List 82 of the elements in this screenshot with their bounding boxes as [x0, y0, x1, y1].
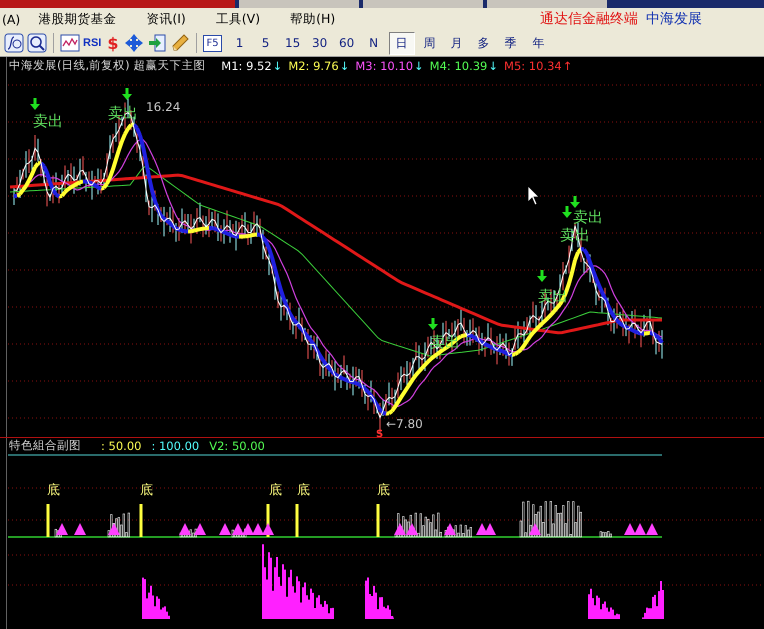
period-tab[interactable]: 15	[280, 33, 305, 53]
triangle-marker	[634, 523, 646, 535]
triangle-marker	[56, 523, 68, 535]
trend-arrow: ↓	[340, 58, 350, 72]
triangle-marker	[262, 523, 274, 535]
dollar-button[interactable]: $	[104, 34, 122, 52]
indicator-value: V2: 50.00	[209, 438, 265, 452]
menu-item[interactable]: 港股期货基金	[36, 10, 118, 28]
average-value: M2: 9.76	[288, 58, 339, 72]
menu-item[interactable]: 工具(V)	[214, 10, 262, 28]
triangle-marker	[394, 523, 406, 535]
average-value: M5: 10.34	[504, 58, 562, 72]
mouse-cursor-icon	[528, 185, 540, 206]
bottom-signal-label: 底	[269, 483, 282, 498]
triangle-marker	[252, 523, 264, 535]
low-marker-label: S	[376, 429, 384, 437]
signal-bar	[46, 504, 50, 537]
trend-arrow: ↑	[562, 58, 572, 72]
magnifier-icon[interactable]	[27, 33, 47, 53]
average-value: M3: 10.10	[355, 58, 414, 72]
signal-bar	[296, 504, 298, 537]
triangle-marker	[406, 523, 418, 535]
sell-arrow-icon	[537, 270, 547, 282]
rsi-button[interactable]: RSI	[83, 37, 102, 49]
bottom-signal-label: 底	[140, 483, 153, 498]
triangle-marker	[74, 523, 86, 535]
sell-arrow-icon	[570, 196, 580, 208]
triangle-marker	[646, 523, 658, 535]
period-tab[interactable]: 季	[498, 32, 523, 54]
chart-title: 中海发展(日线,前复权) 超赢天下主图	[9, 58, 206, 73]
period-tab[interactable]: 60	[334, 33, 359, 53]
trend-arrow: ↓	[414, 58, 424, 72]
trend-arrow: ↓	[272, 58, 282, 72]
sell-arrow-icon	[30, 98, 40, 110]
triangle-marker	[194, 523, 206, 535]
indicator-value: : 100.00	[151, 438, 200, 452]
stock-name: 中海发展	[646, 10, 702, 28]
triangle-marker	[232, 523, 244, 535]
sell-arrow-icon	[428, 318, 438, 330]
period-tab[interactable]: 30	[308, 33, 332, 53]
triangle-marker	[179, 523, 191, 535]
f5-button[interactable]: F5	[203, 34, 222, 52]
triangle-marker	[219, 523, 231, 535]
move-arrows-icon[interactable]	[124, 33, 144, 53]
average-value: M1: 9.52	[221, 58, 272, 72]
signal-bar	[140, 504, 142, 537]
high-price-label: 16.24	[146, 100, 180, 114]
period-tab[interactable]: 1	[228, 33, 251, 53]
triangle-marker	[529, 523, 541, 535]
sell-arrow-icon	[122, 88, 132, 100]
chart-icon[interactable]	[60, 33, 80, 53]
period-tab[interactable]: N	[362, 33, 386, 53]
bottom-signal-label: 底	[297, 483, 310, 498]
triangle-marker	[242, 523, 254, 535]
period-tab[interactable]: 周	[418, 32, 442, 54]
period-tab[interactable]: 多	[472, 32, 496, 54]
low-price-label: ←7.80	[386, 417, 423, 431]
sell-arrow-icon	[562, 206, 572, 218]
pencil-icon[interactable]	[170, 33, 190, 53]
triangle-marker	[444, 523, 456, 535]
indicator-title: 特色組合副图	[9, 438, 81, 453]
sell-signal-label: 卖出	[33, 112, 63, 130]
enter-arrow-icon[interactable]	[147, 33, 168, 53]
period-tab[interactable]: 5	[254, 33, 278, 53]
trend-arrow: ↓	[488, 58, 498, 72]
signal-bar	[376, 504, 380, 537]
triangle-marker	[624, 523, 636, 535]
triangle-marker	[108, 523, 120, 535]
bottom-signal-label: 底	[47, 483, 60, 498]
app-title: 通达信金融终端	[540, 10, 638, 28]
menu-item[interactable]: 帮助(H)	[288, 10, 338, 28]
menu-item[interactable]: 资讯(I)	[144, 10, 188, 28]
menu-item[interactable]: (A)	[0, 12, 22, 26]
triangle-marker	[484, 523, 496, 535]
indicator-value: : 50.00	[101, 438, 142, 452]
average-value: M4: 10.39	[430, 58, 488, 72]
period-tab[interactable]: 年	[526, 32, 552, 54]
period-tab[interactable]: 日	[388, 32, 415, 54]
formula-icon[interactable]	[4, 33, 24, 53]
period-tab[interactable]: 月	[444, 32, 469, 54]
bottom-signal-label: 底	[377, 483, 390, 498]
sell-signal-label: 卖出	[573, 208, 603, 226]
